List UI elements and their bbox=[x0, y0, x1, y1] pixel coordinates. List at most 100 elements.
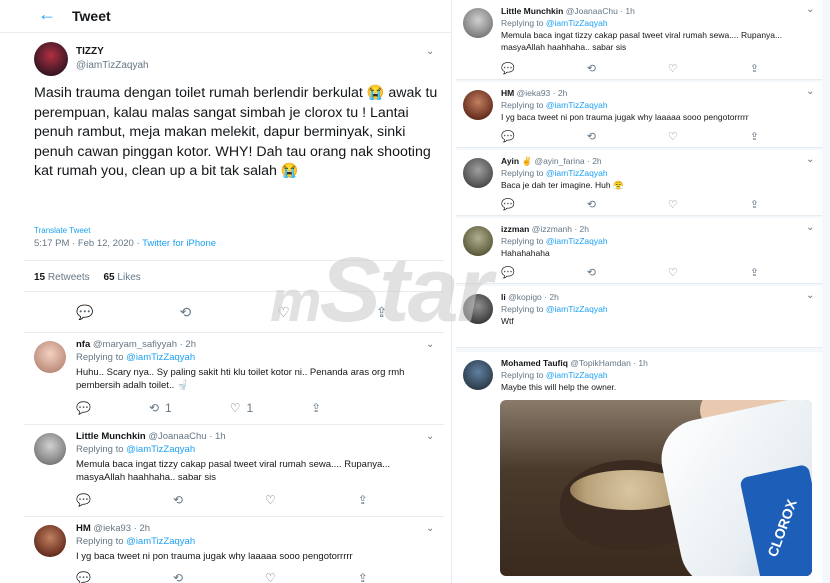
retweet-icon[interactable]: ⟲ 1 bbox=[149, 401, 172, 415]
retweets-label[interactable]: Retweets bbox=[48, 272, 90, 283]
avatar[interactable] bbox=[463, 90, 493, 120]
replying-to: Replying to @iamTizZaqyah bbox=[501, 168, 608, 178]
reply-icon[interactable]: 💬 bbox=[76, 493, 91, 507]
reply-author[interactable]: li @kopigo · 2h bbox=[501, 292, 559, 302]
reply-text: Maybe this will help the owner. bbox=[501, 382, 617, 392]
retweet-icon[interactable]: ⟲ bbox=[587, 198, 596, 211]
reply-author[interactable]: Ayin ✌ @ayin_farina · 2h bbox=[501, 156, 602, 167]
tweet-header: ← Tweet bbox=[0, 0, 451, 33]
reply-icon[interactable]: 💬 bbox=[501, 62, 515, 75]
chevron-down-icon[interactable]: ⌄ bbox=[806, 86, 814, 97]
heart-icon[interactable]: ♡ bbox=[265, 493, 276, 507]
replying-to: Replying to @iamTizZaqyah bbox=[501, 370, 608, 380]
reply-text: I yg baca tweet ni pon trauma jugak why … bbox=[501, 112, 749, 122]
retweet-icon[interactable]: ⟲ bbox=[173, 571, 183, 583]
chevron-down-icon[interactable]: ⌄ bbox=[806, 4, 814, 15]
reply-item[interactable]: HM @ieka93 · 2h ⌄ Replying to @iamTizZaq… bbox=[456, 82, 822, 148]
reply-icon[interactable]: 💬 bbox=[76, 304, 93, 321]
reply-action-bar: 💬 ⟲ ♡ ⇪ bbox=[501, 198, 759, 211]
reply-author[interactable]: Little Munchkin @JoanaaChu · 1h bbox=[76, 431, 226, 442]
translate-link[interactable]: Translate Tweet bbox=[34, 226, 90, 235]
reply-icon[interactable]: 💬 bbox=[501, 198, 515, 211]
reply-item[interactable]: Little Munchkin @JoanaaChu · 1h ⌄ Replyi… bbox=[456, 0, 822, 80]
chevron-down-icon[interactable]: ⌄ bbox=[806, 290, 814, 301]
reply-text: Wtf bbox=[501, 316, 514, 326]
heart-icon[interactable]: ♡ bbox=[668, 130, 678, 143]
heart-icon[interactable]: ♡ bbox=[265, 571, 276, 583]
reply-author[interactable]: Little Munchkin @JoanaaChu · 1h bbox=[501, 6, 635, 16]
reply-icon[interactable]: 💬 bbox=[76, 571, 91, 583]
reply-item[interactable]: Ayin ✌ @ayin_farina · 2h ⌄ Replying to @… bbox=[456, 150, 822, 216]
chevron-down-icon[interactable]: ⌄ bbox=[806, 222, 814, 233]
share-icon[interactable]: ⇪ bbox=[750, 266, 759, 279]
reply-item[interactable]: izzman @izzmanh · 2h ⌄ Replying to @iamT… bbox=[456, 218, 822, 284]
replying-to: Replying to @iamTizZaqyah bbox=[501, 18, 608, 28]
arrow-left-icon[interactable]: ← bbox=[38, 4, 56, 25]
chevron-down-icon[interactable]: ⌄ bbox=[806, 154, 814, 165]
avatar[interactable] bbox=[463, 8, 493, 38]
reply-text: Baca je dah ter imagine. Huh 😤 bbox=[501, 180, 624, 190]
replying-to: Replying to @iamTizZaqyah bbox=[501, 304, 608, 314]
chevron-down-icon[interactable]: ⌄ bbox=[426, 46, 434, 57]
like-count[interactable]: 65 bbox=[104, 272, 115, 283]
tweet-meta: 5:17 PM · Feb 12, 2020 · Twitter for iPh… bbox=[34, 238, 216, 249]
retweet-icon[interactable]: ⟲ bbox=[587, 62, 596, 75]
reply-action-bar: 💬 ⟲ ♡ ⇪ bbox=[501, 62, 759, 75]
mstar-watermark: mStar bbox=[270, 239, 493, 341]
reply-icon[interactable]: 💬 bbox=[501, 130, 515, 143]
reply-icon[interactable]: 💬 bbox=[76, 401, 91, 415]
heart-icon[interactable]: ♡ bbox=[668, 266, 678, 279]
reply-text: I yg baca tweet ni pon trauma jugak why … bbox=[76, 551, 353, 562]
avatar[interactable] bbox=[463, 158, 493, 188]
avatar[interactable] bbox=[34, 525, 66, 557]
reply-item[interactable]: nfa @maryam_safiyyah · 2h ⌄ Replying to … bbox=[24, 332, 444, 424]
share-icon[interactable]: ⇪ bbox=[311, 401, 321, 415]
reply-author[interactable]: HM @ieka93 · 2h bbox=[76, 523, 150, 534]
replying-to: Replying to @iamTizZaqyah bbox=[501, 100, 608, 110]
reply-action-bar: 💬 ⟲ ♡ ⇪ bbox=[501, 130, 759, 143]
reply-text: Memula baca ingat tizzy cakap pasal twee… bbox=[501, 30, 783, 52]
chevron-down-icon[interactable]: ⌄ bbox=[426, 431, 434, 442]
heart-icon[interactable]: ♡ bbox=[668, 62, 678, 75]
reply-text: Hahahahaha bbox=[501, 248, 550, 258]
reply-item[interactable]: Mohamed Taufiq @TopikHamdan · 1h Replyin… bbox=[456, 352, 822, 583]
replying-to: Replying to @iamTizZaqyah bbox=[76, 536, 196, 547]
retweet-count[interactable]: 15 bbox=[34, 272, 45, 283]
avatar[interactable] bbox=[34, 433, 66, 465]
likes-label[interactable]: Likes bbox=[117, 272, 140, 283]
reply-author[interactable]: nfa @maryam_safiyyah · 2h bbox=[76, 339, 196, 350]
retweet-count: 1 bbox=[165, 401, 172, 415]
retweet-icon[interactable]: ⟲ bbox=[173, 493, 183, 507]
author-handle[interactable]: @iamTizZaqyah bbox=[76, 60, 149, 71]
retweet-icon[interactable]: ⟲ bbox=[587, 266, 596, 279]
reply-item[interactable]: Little Munchkin @JoanaaChu · 1h ⌄ Replyi… bbox=[24, 424, 444, 516]
retweet-icon[interactable]: ⟲ bbox=[179, 304, 191, 321]
tweet-text: Masih trauma dengan toilet rumah berlend… bbox=[34, 85, 438, 180]
heart-icon[interactable]: ♡ bbox=[668, 198, 678, 211]
avatar[interactable] bbox=[463, 360, 493, 390]
reply-item[interactable]: li @kopigo · 2h ⌄ Replying to @iamTizZaq… bbox=[456, 286, 822, 348]
reply-author[interactable]: Mohamed Taufiq @TopikHamdan · 1h bbox=[501, 358, 648, 368]
replying-to: Replying to @iamTizZaqyah bbox=[76, 352, 196, 363]
share-icon[interactable]: ⇪ bbox=[358, 571, 368, 583]
share-icon[interactable]: ⇪ bbox=[750, 130, 759, 143]
author-name[interactable]: TIZZY bbox=[76, 46, 104, 57]
share-icon[interactable]: ⇪ bbox=[358, 493, 368, 507]
reply-action-bar: 💬 ⟲ 1 ♡ 1 ⇪ bbox=[76, 401, 321, 415]
reply-action-bar: 💬 ⟲ ♡ ⇪ bbox=[501, 266, 759, 279]
reply-text: Memula baca ingat tizzy cakap pasal twee… bbox=[76, 459, 391, 483]
heart-icon[interactable]: ♡ 1 bbox=[230, 401, 253, 415]
reply-icon[interactable]: 💬 bbox=[501, 266, 515, 279]
share-icon[interactable]: ⇪ bbox=[750, 198, 759, 211]
avatar[interactable] bbox=[34, 42, 68, 76]
avatar[interactable] bbox=[34, 341, 66, 373]
retweet-icon[interactable]: ⟲ bbox=[587, 130, 596, 143]
tweet-time: 5:17 PM · Feb 12, 2020 · bbox=[34, 238, 143, 249]
share-icon[interactable]: ⇪ bbox=[750, 62, 759, 75]
tweet-source[interactable]: Twitter for iPhone bbox=[142, 238, 216, 249]
reply-item[interactable]: HM @ieka93 · 2h ⌄ Replying to @iamTizZaq… bbox=[24, 516, 444, 583]
reply-author[interactable]: HM @ieka93 · 2h bbox=[501, 88, 567, 98]
chevron-down-icon[interactable]: ⌄ bbox=[426, 523, 434, 534]
attached-photo[interactable]: CLOROX bbox=[500, 400, 812, 576]
reply-author[interactable]: izzman @izzmanh · 2h bbox=[501, 224, 589, 234]
